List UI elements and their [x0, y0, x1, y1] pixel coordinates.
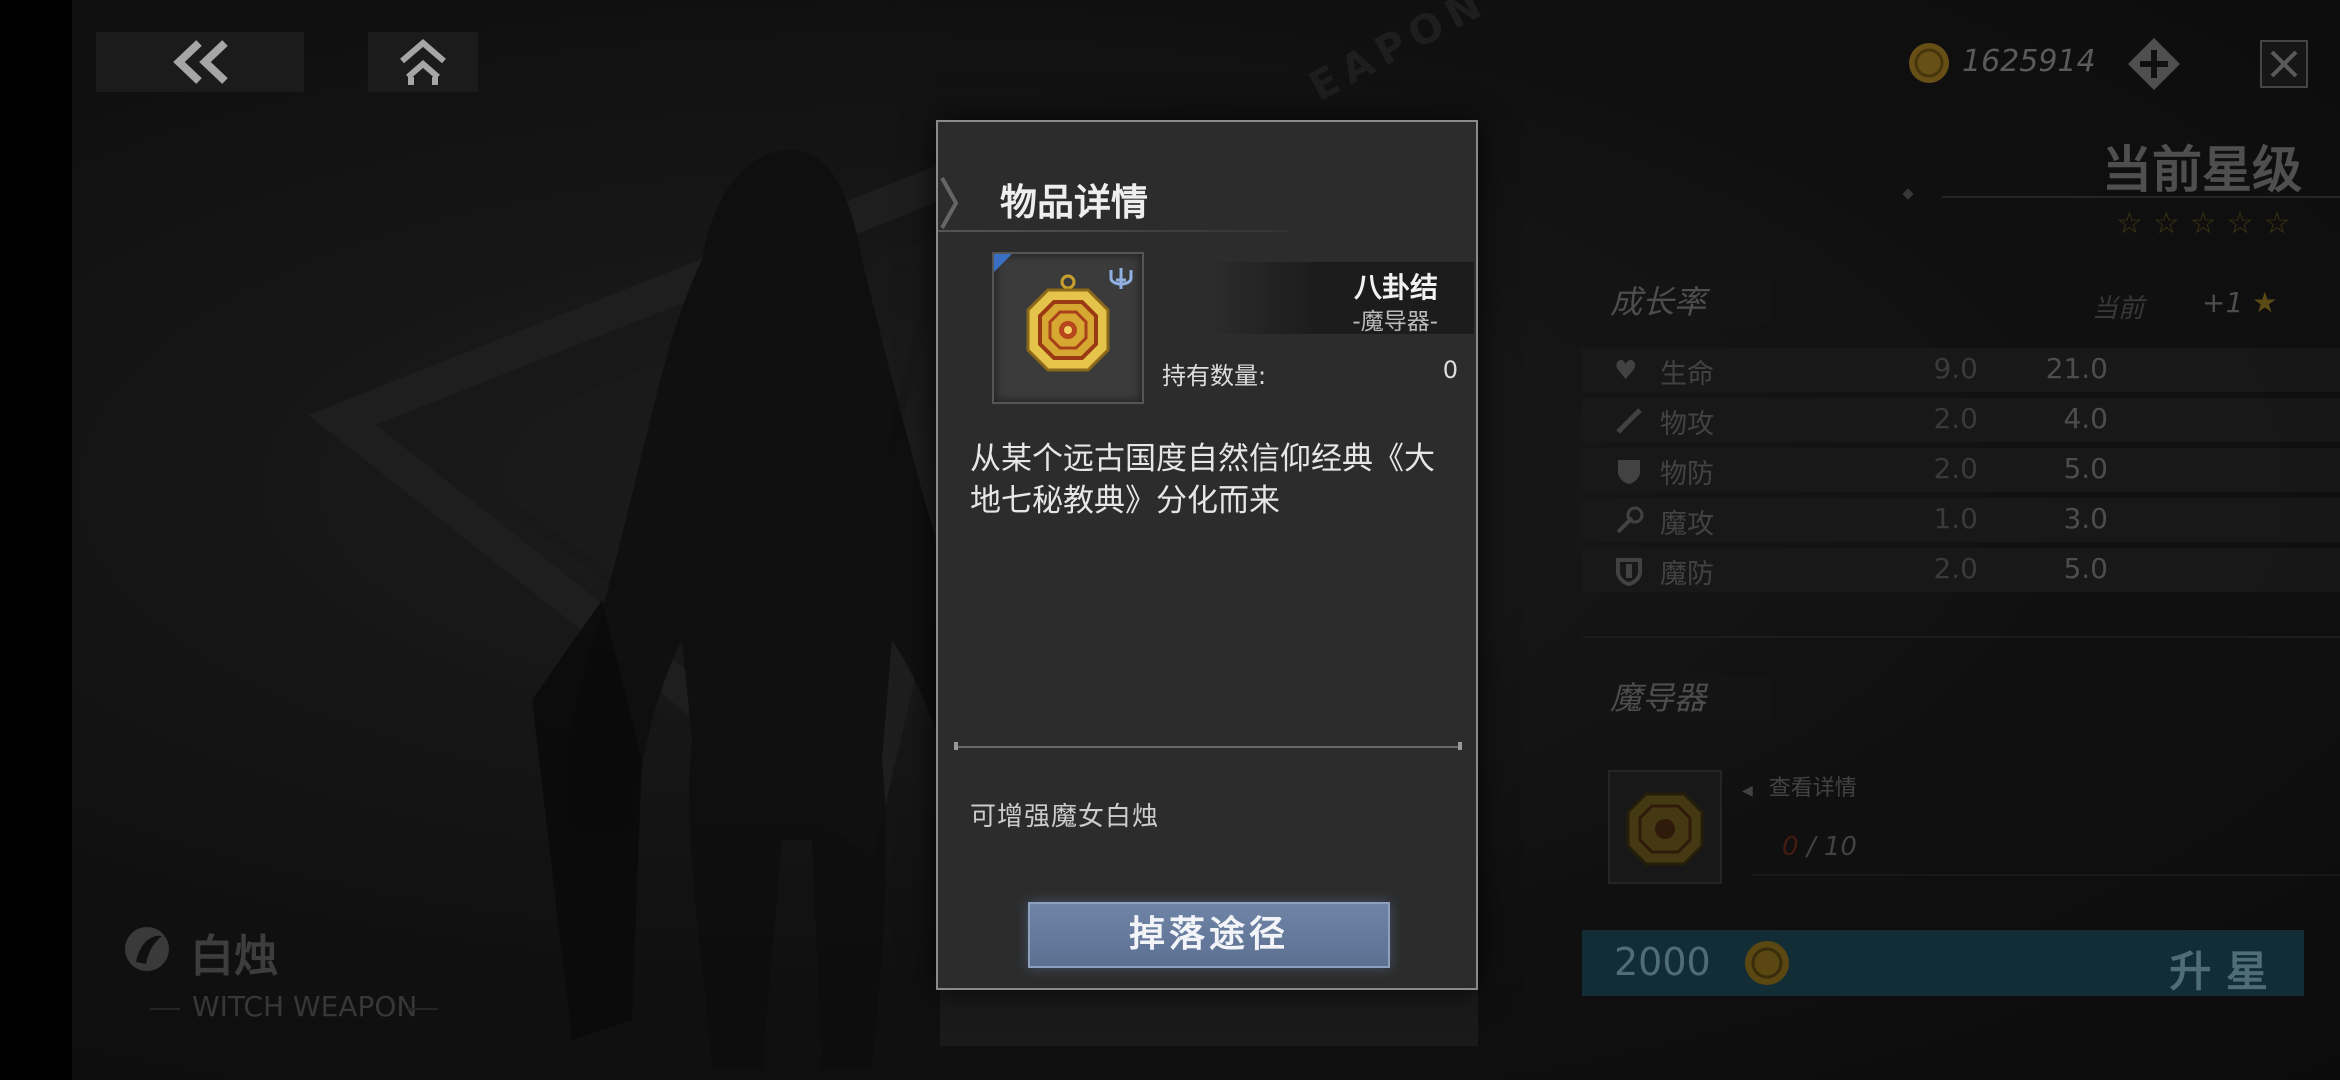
modal-shadow-panel — [940, 986, 1478, 1046]
item-name: 八卦结 — [1353, 271, 1438, 304]
bagua-amulet-icon — [1026, 274, 1110, 372]
divider-end-left — [954, 742, 958, 750]
item-effect: 可增强魔女白烛 — [970, 802, 1160, 832]
item-description: 从某个远古国度自然信仰经典《大地七秘教典》分化而来 — [970, 441, 1435, 519]
corner-chevron-deco — [940, 177, 959, 229]
item-name-bar: 八卦结 -魔导器- — [1208, 262, 1474, 335]
dialog-title: 物品详情 — [1000, 181, 1148, 224]
item-detail-dialog: 物品详情 八卦结 -魔导器- 持有数量: 0 从某个远古国度自然信仰经典《大地七… — [936, 120, 1478, 990]
item-icon-box — [992, 252, 1144, 404]
quantity-value: 0 — [1442, 356, 1458, 384]
description-divider — [956, 746, 1460, 748]
item-type: -魔导器- — [1352, 309, 1438, 335]
divider-end-right — [1458, 742, 1462, 750]
quantity-label: 持有数量: — [1162, 362, 1267, 390]
title-underline — [938, 230, 1288, 232]
drop-source-button[interactable]: 掉落途径 — [1028, 902, 1390, 968]
